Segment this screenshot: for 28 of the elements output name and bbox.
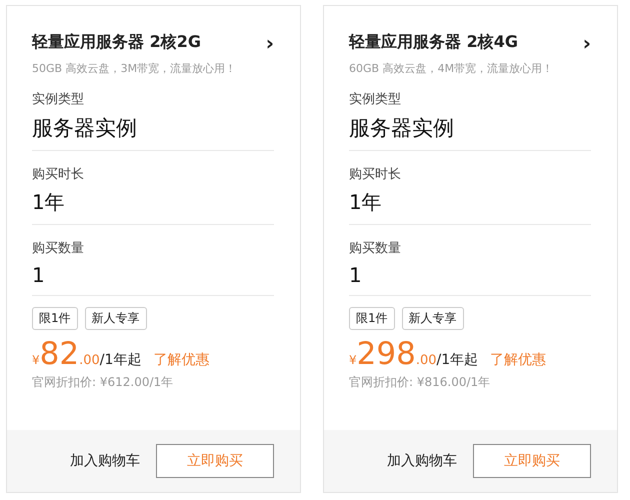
field-label: 购买时长 xyxy=(349,166,402,183)
add-to-cart-button[interactable]: 加入购物车 xyxy=(387,452,457,470)
field-value: 服务器实例 xyxy=(349,115,455,142)
field-value: 1年 xyxy=(349,189,383,216)
field-label: 购买数量 xyxy=(32,240,85,257)
tag: 新人专享 xyxy=(402,307,464,330)
tag: 限1件 xyxy=(349,307,395,330)
product-title: 轻量应用服务器 2核2G xyxy=(32,32,201,53)
list-price: 官网折扣价: ¥816.00/1年 xyxy=(349,374,492,391)
field-value: 服务器实例 xyxy=(32,115,138,142)
add-to-cart-button[interactable]: 加入购物车 xyxy=(70,452,140,470)
product-subtitle: 50GB 高效云盘，3M带宽，流量放心用！ xyxy=(32,61,238,76)
tag: 新人专享 xyxy=(84,307,147,330)
chevron-icon[interactable]: › xyxy=(266,32,274,52)
list-price: 官网折扣价: ¥612.00/1年 xyxy=(32,374,174,391)
product-subtitle: 60GB 高效云盘，4M带宽，流量放心用！ xyxy=(349,61,554,76)
price: ¥298.00/1年起 xyxy=(349,336,478,372)
field-label: 实例类型 xyxy=(349,91,402,108)
field-label: 购买时长 xyxy=(32,166,85,183)
field-value: 1年 xyxy=(32,189,66,216)
field-value: 1 xyxy=(32,263,46,287)
field-value: 1 xyxy=(349,263,363,287)
product-title: 轻量应用服务器 2核4G xyxy=(349,32,518,53)
price: ¥82.00/1年起 xyxy=(32,336,142,372)
field-label: 实例类型 xyxy=(32,91,85,108)
tag: 限1件 xyxy=(32,307,78,330)
field-label: 购买数量 xyxy=(349,240,402,257)
chevron-icon[interactable]: › xyxy=(582,32,591,52)
